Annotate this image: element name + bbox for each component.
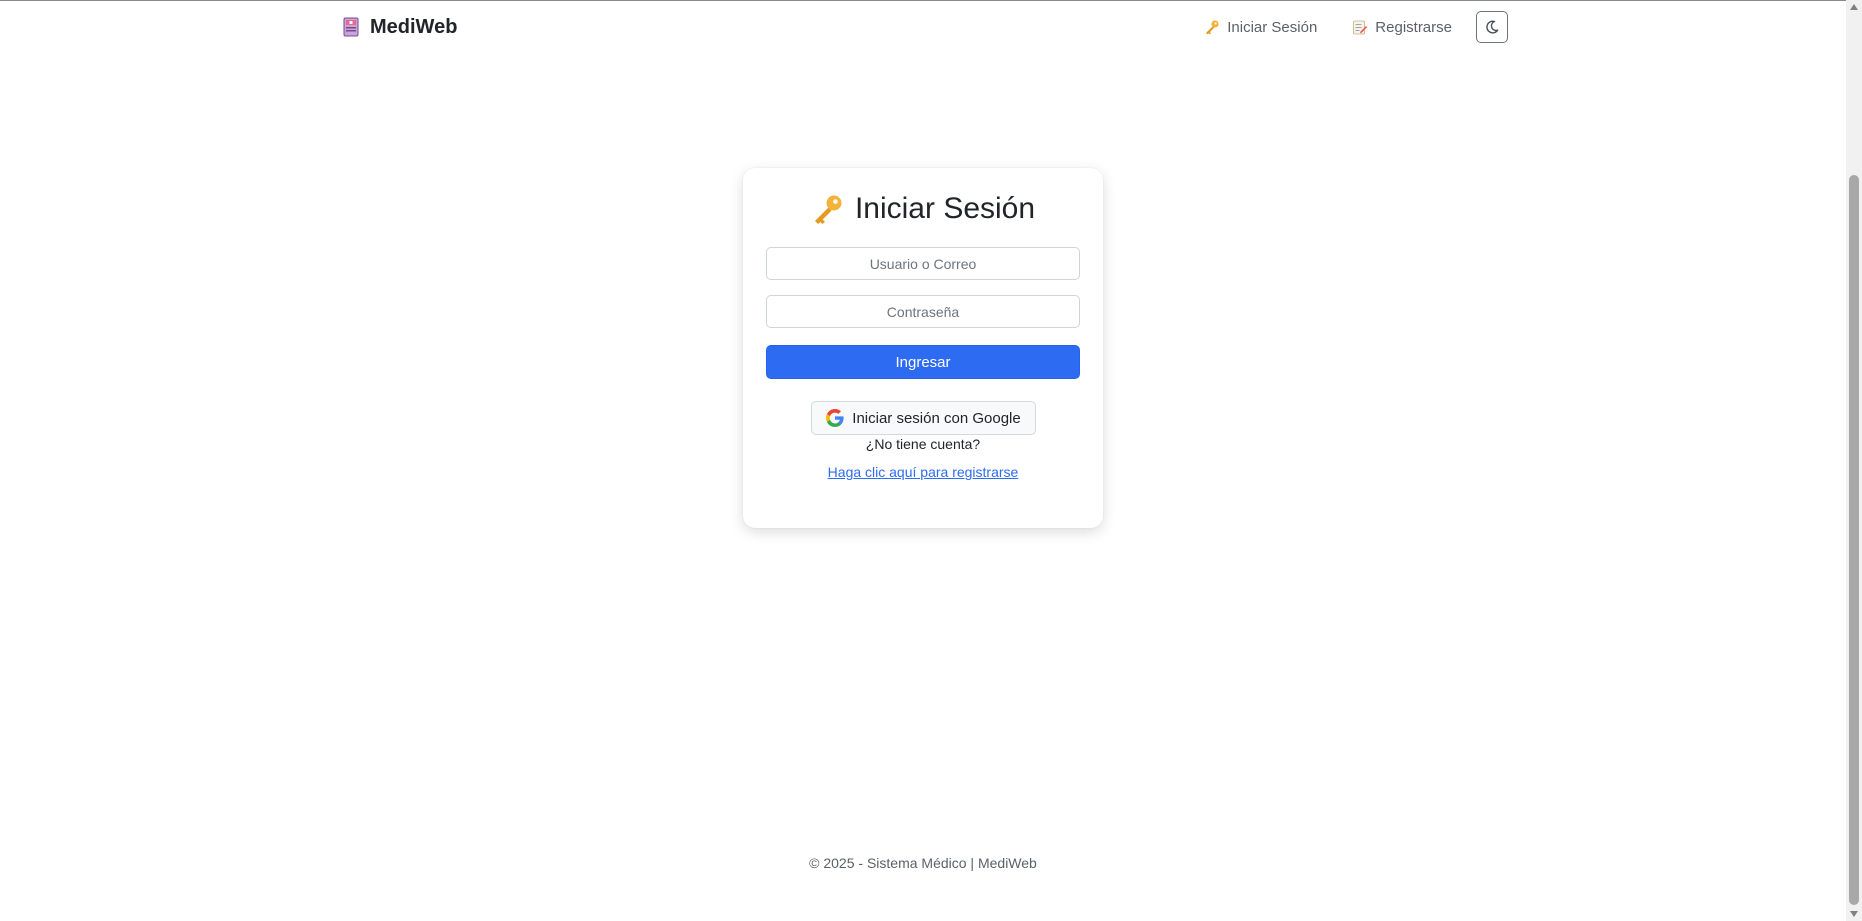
submit-button[interactable]: Ingresar [766, 345, 1080, 379]
nav-login-label: Iniciar Sesión [1227, 18, 1318, 36]
scroll-up-arrow-icon[interactable] [1846, 0, 1862, 14]
register-link-container: Haga clic aquí para registrarse [743, 464, 1103, 480]
footer-text: © 2025 - Sistema Médico | MediWeb [809, 855, 1037, 871]
google-login-button[interactable]: Iniciar sesión con Google [811, 401, 1036, 435]
login-title-label: Iniciar Sesión [854, 192, 1036, 225]
key-icon [811, 192, 845, 226]
scroll-down-arrow-icon[interactable] [1846, 907, 1862, 921]
vertical-scrollbar[interactable] [1846, 0, 1862, 921]
memo-icon [1351, 18, 1369, 36]
register-link[interactable]: Haga clic aquí para registrarse [828, 464, 1019, 480]
no-account-text: ¿No tiene cuenta? [865, 436, 981, 452]
login-card: Iniciar Sesión Ingresar Iniciar sesión c… [743, 168, 1103, 528]
nav-register-label: Registrarse [1375, 18, 1452, 36]
brand-link[interactable]: MediWeb [340, 16, 457, 39]
key-icon [1203, 18, 1221, 36]
window-top-border [0, 0, 1862, 1]
username-input[interactable] [766, 247, 1080, 280]
google-icon [826, 409, 844, 427]
password-input[interactable] [766, 295, 1080, 328]
medical-binder-icon [340, 16, 362, 38]
theme-toggle-button[interactable] [1476, 11, 1508, 43]
login-title: Iniciar Sesión [743, 188, 1103, 230]
moon-icon [1485, 20, 1499, 34]
nav-register-link[interactable]: Registrarse [1341, 18, 1462, 36]
brand-label: MediWeb [370, 15, 458, 38]
navbar: MediWeb Iniciar Sesión Registrarse [340, 8, 1508, 46]
google-login-label: Iniciar sesión con Google [852, 409, 1021, 427]
scrollbar-thumb[interactable] [1849, 175, 1859, 905]
nav-links: Iniciar Sesión Registrarse [1193, 11, 1508, 43]
nav-login-link[interactable]: Iniciar Sesión [1193, 18, 1327, 36]
